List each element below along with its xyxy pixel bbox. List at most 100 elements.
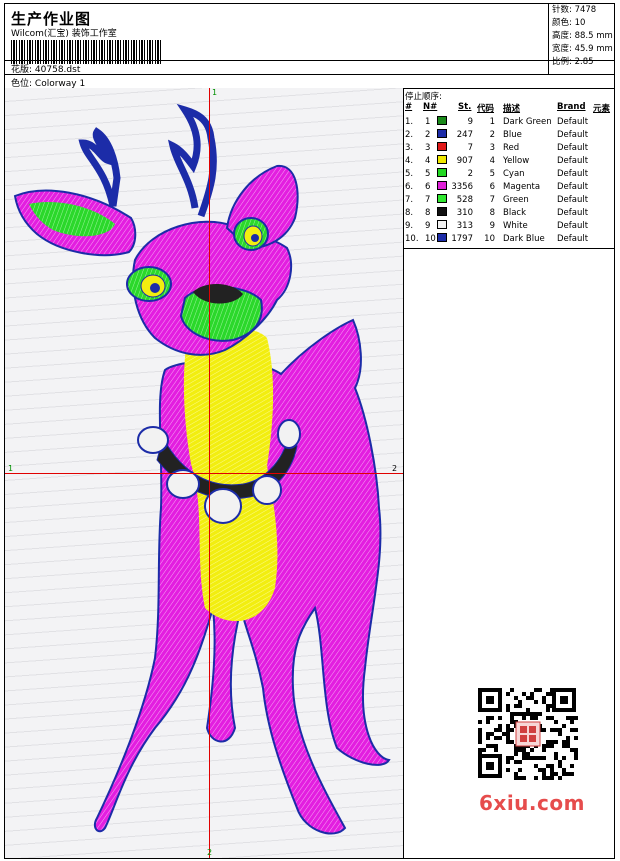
table-title: 停止顺序: <box>405 92 442 102</box>
row-stitches: 313 <box>456 221 473 231</box>
row-order: 3. <box>405 143 414 153</box>
header-brand: Brand <box>557 102 586 112</box>
row-description: White <box>503 221 528 231</box>
row-needle: 5 <box>425 169 431 179</box>
row-description: Dark Blue <box>503 234 545 244</box>
row-order: 2. <box>405 130 414 140</box>
header-divider <box>5 60 614 61</box>
row-brand: Default <box>557 234 589 244</box>
color-row: 2. 2 247 2 Blue Default <box>403 129 614 142</box>
row-description: Yellow <box>503 156 530 166</box>
axis-label-bottom: 2 <box>207 848 213 857</box>
header-divider <box>5 74 614 75</box>
stat-scale: 比例: 2.85 <box>552 57 594 67</box>
row-needle: 8 <box>425 208 431 218</box>
row-code: 6 <box>489 182 495 192</box>
header-element: 元素 <box>593 104 611 114</box>
header-stitches: St. <box>458 102 472 112</box>
row-code: 8 <box>489 208 495 218</box>
row-code: 3 <box>489 143 495 153</box>
production-worksheet: 生产作业图 Wilcom(汇宝) 装饰工作室 花版: 40758.dst 色位:… <box>4 3 615 859</box>
color-row: 10. 10 1797 10 Dark Blue Default <box>403 233 614 246</box>
color-row: 8. 8 310 8 Black Default <box>403 207 614 220</box>
row-description: Cyan <box>503 169 525 179</box>
row-stitches: 247 <box>456 130 473 140</box>
row-brand: Default <box>557 208 589 218</box>
row-brand: Default <box>557 221 589 231</box>
stat-width: 宽度: 45.9 mm <box>552 44 613 54</box>
row-order: 5. <box>405 169 414 179</box>
qr-code <box>472 684 584 784</box>
row-description: Dark Green <box>503 117 552 127</box>
color-swatch <box>437 207 447 216</box>
color-swatch <box>437 181 447 190</box>
horizontal-center-line <box>5 473 403 474</box>
design-stats: 针数: 7478 颜色: 10 高度: 88.5 mm 宽度: 45.9 mm … <box>548 4 615 74</box>
row-brand: Default <box>557 117 589 127</box>
watermark-logo: 6xiu.com <box>479 791 585 815</box>
row-description: Magenta <box>503 182 541 192</box>
row-order: 1. <box>405 117 414 127</box>
color-row: 6. 6 3356 6 Magenta Default <box>403 181 614 194</box>
row-needle: 6 <box>425 182 431 192</box>
row-stitches: 907 <box>456 156 473 166</box>
row-stitches: 9 <box>467 117 473 127</box>
color-sequence-table: 停止顺序: # N# St. 代码 描述 Brand 元素 1. 1 9 1 Dark … <box>403 88 614 249</box>
header-description: 描述 <box>503 104 521 114</box>
row-order: 4. <box>405 156 414 166</box>
row-needle: 7 <box>425 195 431 205</box>
color-swatch <box>437 220 447 229</box>
row-code: 10 <box>484 234 495 244</box>
header-needle: N# <box>423 102 438 112</box>
row-order: 10. <box>405 234 419 244</box>
row-description: Black <box>503 208 526 218</box>
axis-label-left: 1 <box>8 464 14 473</box>
row-code: 1 <box>489 117 495 127</box>
row-needle: 10 <box>425 234 436 244</box>
row-description: Red <box>503 143 520 153</box>
row-order: 7. <box>405 195 414 205</box>
row-brand: Default <box>557 130 589 140</box>
header-order: # <box>405 102 413 112</box>
row-code: 7 <box>489 195 495 205</box>
row-order: 9. <box>405 221 414 231</box>
row-stitches: 310 <box>456 208 473 218</box>
row-needle: 3 <box>425 143 431 153</box>
row-description: Green <box>503 195 529 205</box>
row-brand: Default <box>557 169 589 179</box>
row-code: 4 <box>489 156 495 166</box>
row-code: 9 <box>489 221 495 231</box>
row-stitches: 7 <box>467 143 473 153</box>
color-swatch <box>437 116 447 125</box>
stat-colors: 颜色: 10 <box>552 18 586 28</box>
row-order: 6. <box>405 182 414 192</box>
row-code: 5 <box>489 169 495 179</box>
row-brand: Default <box>557 195 589 205</box>
color-swatch <box>437 233 447 242</box>
color-row: 3. 3 7 3 Red Default <box>403 142 614 155</box>
stat-stitches: 针数: 7478 <box>552 5 597 15</box>
axis-label-top: 1 <box>212 88 218 97</box>
color-swatch <box>437 142 447 151</box>
row-stitches: 1797 <box>451 234 473 244</box>
row-brand: Default <box>557 182 589 192</box>
row-order: 8. <box>405 208 414 218</box>
color-row: 9. 9 313 9 White Default <box>403 220 614 233</box>
color-swatch <box>437 129 447 138</box>
row-stitches: 2 <box>467 169 473 179</box>
row-needle: 2 <box>425 130 431 140</box>
color-swatch <box>437 168 447 177</box>
color-row: 1. 1 9 1 Dark Green Default <box>403 116 614 129</box>
color-row: 5. 5 2 5 Cyan Default <box>403 168 614 181</box>
row-stitches: 528 <box>456 195 473 205</box>
row-needle: 1 <box>425 117 431 127</box>
row-code: 2 <box>489 130 495 140</box>
company-name: Wilcom(汇宝) 装饰工作室 <box>11 29 117 39</box>
color-swatch <box>437 194 447 203</box>
row-stitches: 3356 <box>451 182 473 192</box>
row-needle: 9 <box>425 221 431 231</box>
design-canvas: 1 2 1 2 <box>5 88 404 858</box>
table-header: # N# St. 代码 描述 Brand 元素 <box>403 102 614 114</box>
row-brand: Default <box>557 156 589 166</box>
color-row: 7. 7 528 7 Green Default <box>403 194 614 207</box>
